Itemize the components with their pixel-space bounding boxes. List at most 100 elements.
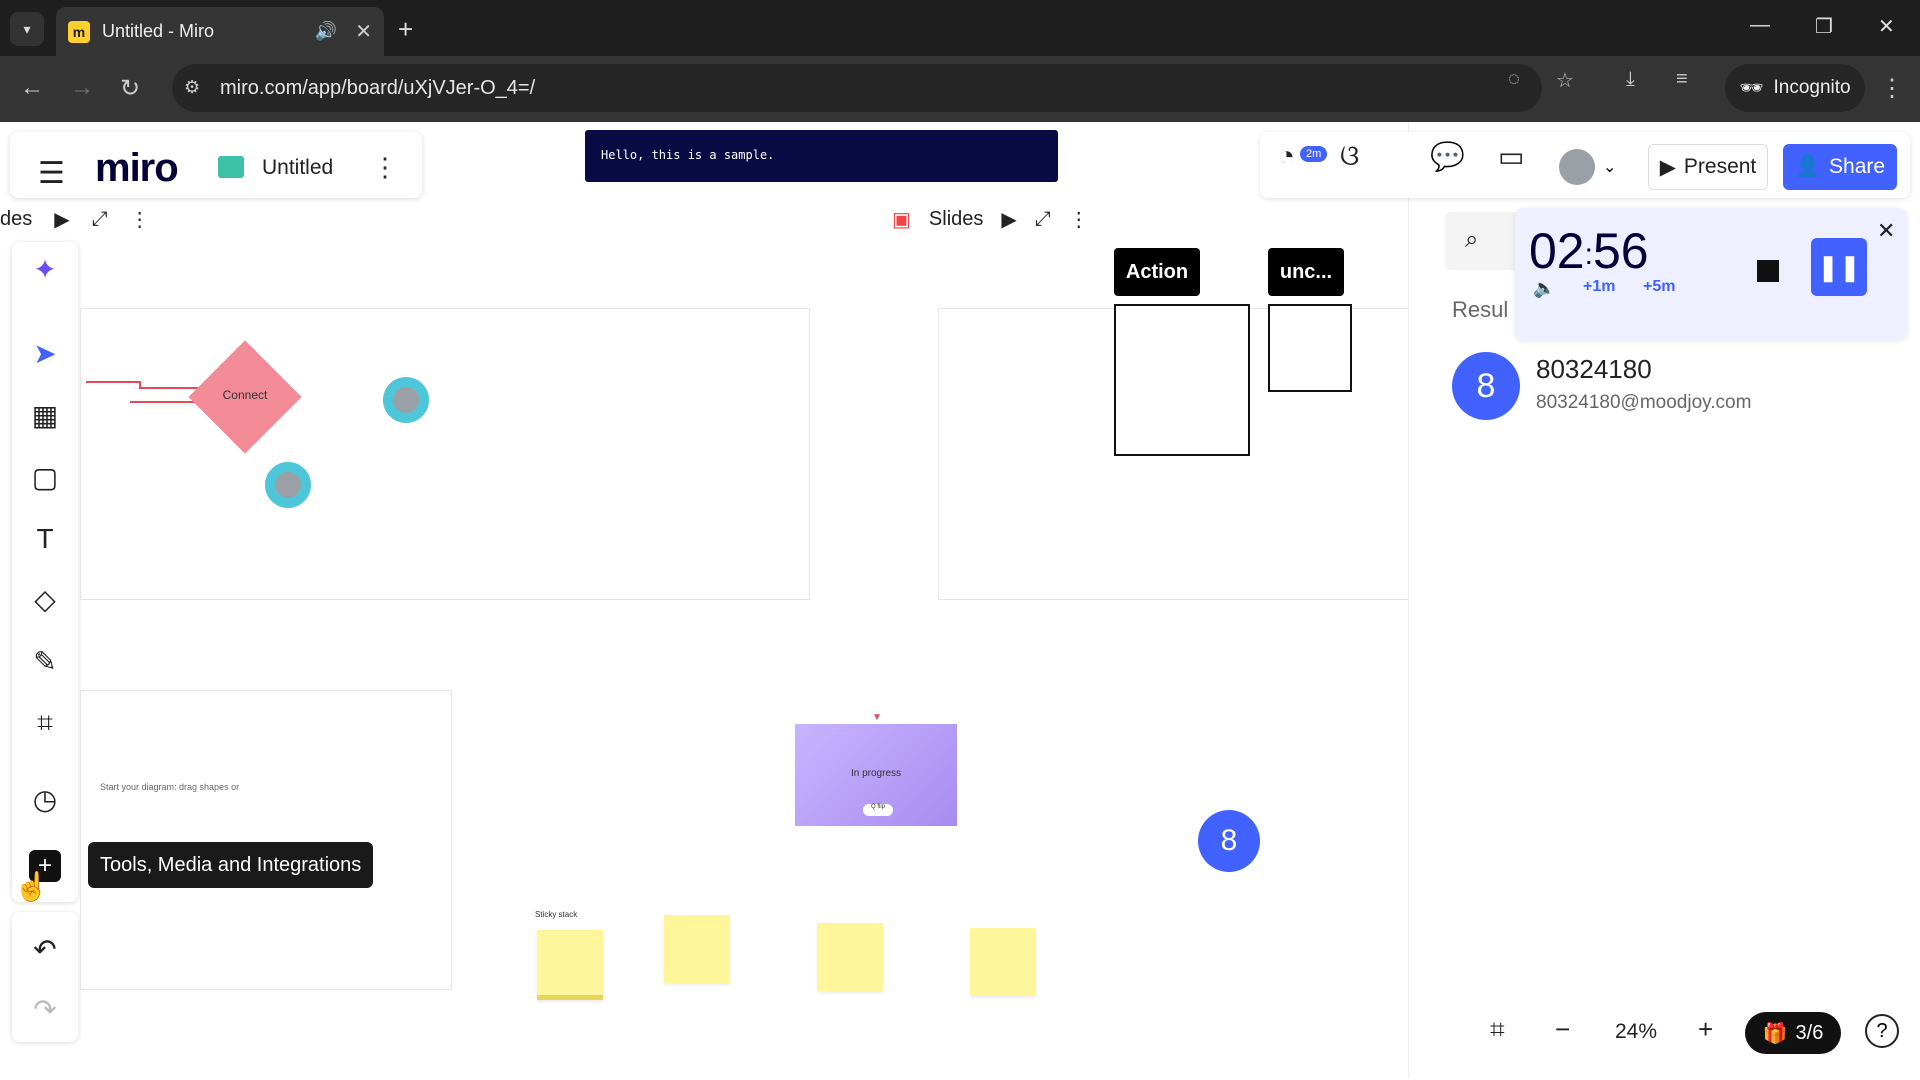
- result-avatar: 8: [1452, 352, 1520, 420]
- sticky-note[interactable]: [817, 923, 883, 991]
- unc-box[interactable]: [1268, 304, 1352, 392]
- search-input[interactable]: ⌕: [1445, 212, 1525, 270]
- speaker-icon[interactable]: 🔊: [315, 21, 337, 42]
- user-menu[interactable]: ⌄: [1555, 144, 1635, 190]
- frame-diagram[interactable]: [80, 690, 452, 990]
- frame-icon[interactable]: ⌗: [12, 696, 78, 750]
- pause-button[interactable]: ❚❚: [1811, 238, 1867, 296]
- sound-icon[interactable]: 🔈: [1533, 278, 1555, 299]
- connector-arrows[interactable]: [80, 372, 210, 412]
- share-button[interactable]: 👤 Share: [1783, 144, 1897, 190]
- hamburger-menu-icon[interactable]: ☰: [38, 156, 65, 191]
- forward-icon[interactable]: →: [70, 74, 94, 102]
- board-header-panel: [10, 132, 422, 198]
- in-progress-label: In progress: [850, 768, 902, 779]
- sticky-stack[interactable]: [537, 930, 603, 1000]
- user-cursor-badge[interactable]: 8: [1198, 810, 1260, 872]
- download-icon[interactable]: ⤓: [1626, 68, 1635, 91]
- timer-badge: 2m: [1300, 146, 1328, 162]
- select-cursor-icon[interactable]: ➤: [12, 326, 78, 380]
- sticky-note-icon[interactable]: ▢: [12, 450, 78, 504]
- fit-frame-icon[interactable]: ⌗: [1490, 1014, 1505, 1046]
- add-1-minute-button[interactable]: +1m: [1583, 278, 1615, 296]
- site-info-icon[interactable]: ⚙: [184, 77, 200, 98]
- incognito-indicator[interactable]: 🕶 Incognito: [1725, 64, 1865, 112]
- sample-text-banner[interactable]: Hello, this is a sample.: [585, 130, 1058, 182]
- window-close-icon[interactable]: ✕: [1878, 14, 1895, 39]
- reactions-icon[interactable]: ଓ: [1340, 140, 1359, 173]
- sticky-stack-label: Sticky stack: [535, 910, 578, 919]
- pen-icon[interactable]: ✎: [12, 634, 78, 688]
- play-icon[interactable]: ▶: [54, 207, 69, 232]
- flip-chip[interactable]: Q flip: [863, 804, 893, 816]
- present-button[interactable]: ▶ Present: [1648, 144, 1768, 190]
- minimize-icon[interactable]: —: [1750, 14, 1770, 37]
- search-result-item[interactable]: 8 80324180 80324180@moodjoy.com: [1450, 350, 1780, 430]
- shapes-icon[interactable]: ◇: [12, 572, 78, 626]
- action-label[interactable]: Action: [1114, 248, 1200, 296]
- restore-icon[interactable]: ❐: [1815, 14, 1833, 39]
- timer-icon[interactable]: ◔: [1278, 140, 1295, 172]
- redo-icon[interactable]: ↷: [12, 982, 78, 1036]
- more-icon[interactable]: ⋮: [1069, 207, 1089, 232]
- video-icon[interactable]: ▭: [1498, 140, 1524, 173]
- results-label: Resul: [1452, 297, 1509, 322]
- url-input[interactable]: ⚙ miro.com/app/board/uXjVJer-O_4=/: [172, 64, 1542, 112]
- timer-display: 02:56: [1529, 222, 1649, 280]
- avatar: [1559, 149, 1595, 185]
- in-progress-card[interactable]: In progress Q flip: [795, 724, 957, 826]
- add-5-minutes-button[interactable]: +5m: [1643, 278, 1675, 296]
- zoom-level[interactable]: 24%: [1615, 1020, 1657, 1044]
- board-title[interactable]: Untitled: [262, 156, 333, 180]
- slides-icon[interactable]: ▣: [892, 207, 911, 232]
- browser-tab[interactable]: m Untitled - Miro 🔊 ✕: [56, 7, 384, 56]
- sticky-note[interactable]: [664, 915, 730, 983]
- play-icon: ▶: [1659, 155, 1676, 179]
- close-icon[interactable]: ✕: [1877, 218, 1895, 244]
- undo-icon[interactable]: ↶: [12, 922, 78, 976]
- timer-tool-icon[interactable]: ◷: [12, 772, 78, 826]
- tab-title: Untitled - Miro: [102, 21, 215, 41]
- back-icon[interactable]: ←: [20, 74, 44, 102]
- boards-counter-button[interactable]: 🎁 3/6: [1745, 1012, 1841, 1054]
- eye-off-icon[interactable]: ◌: [1508, 68, 1520, 91]
- expand-icon[interactable]: ⤢: [92, 208, 108, 231]
- share-label: Share: [1829, 155, 1886, 178]
- left-slides-bar: des ▶ ⤢ ⋮: [0, 196, 170, 242]
- pin-marker-icon: ▼: [872, 712, 882, 723]
- board-menu-icon[interactable]: ⋮: [372, 152, 398, 183]
- reload-icon[interactable]: ↻: [120, 74, 140, 103]
- gift-icon: 🎁: [1762, 1022, 1788, 1045]
- incognito-label: Incognito: [1773, 77, 1851, 98]
- menu-icon[interactable]: ⋮: [1880, 74, 1904, 103]
- star-icon[interactable]: ☆: [1556, 68, 1574, 93]
- stop-icon[interactable]: [1757, 260, 1779, 282]
- zoom-in-icon[interactable]: +: [1698, 1014, 1713, 1045]
- comments-icon[interactable]: 💬: [1430, 140, 1465, 173]
- diagram-hint-text: Start your diagram: drag shapes or: [100, 782, 240, 792]
- collaborator-avatar[interactable]: [265, 462, 311, 508]
- text-icon[interactable]: T: [12, 512, 78, 566]
- close-icon[interactable]: ✕: [355, 19, 372, 44]
- more-icon[interactable]: ⋮: [130, 207, 150, 232]
- sticky-note[interactable]: [970, 928, 1036, 996]
- tab-search-icon[interactable]: ▾: [10, 12, 44, 46]
- help-icon[interactable]: ?: [1865, 1014, 1899, 1048]
- templates-icon[interactable]: ▦: [12, 388, 78, 442]
- result-email: 80324180@moodjoy.com: [1536, 392, 1752, 413]
- incognito-icon: 🕶: [1739, 78, 1764, 99]
- new-tab-icon[interactable]: +: [398, 14, 413, 45]
- miro-logo: miro: [95, 146, 179, 190]
- board-canvas[interactable]: ☰ miro Untitled ⋮ Hello, this is a sampl…: [0, 122, 1920, 1077]
- slides-label[interactable]: Slides: [929, 208, 983, 231]
- slides-label-partial[interactable]: des: [0, 208, 32, 231]
- expand-icon[interactable]: ⤢: [1035, 208, 1051, 231]
- ai-sparkle-icon[interactable]: ✦: [12, 242, 78, 296]
- unc-label[interactable]: unc...: [1268, 248, 1344, 296]
- media-icon[interactable]: ≡: [1676, 68, 1688, 91]
- frame-left[interactable]: [80, 308, 810, 600]
- action-box[interactable]: [1114, 304, 1250, 456]
- collaborator-avatar[interactable]: [383, 377, 429, 423]
- play-icon[interactable]: ▶: [1001, 207, 1016, 232]
- zoom-out-icon[interactable]: −: [1555, 1014, 1570, 1045]
